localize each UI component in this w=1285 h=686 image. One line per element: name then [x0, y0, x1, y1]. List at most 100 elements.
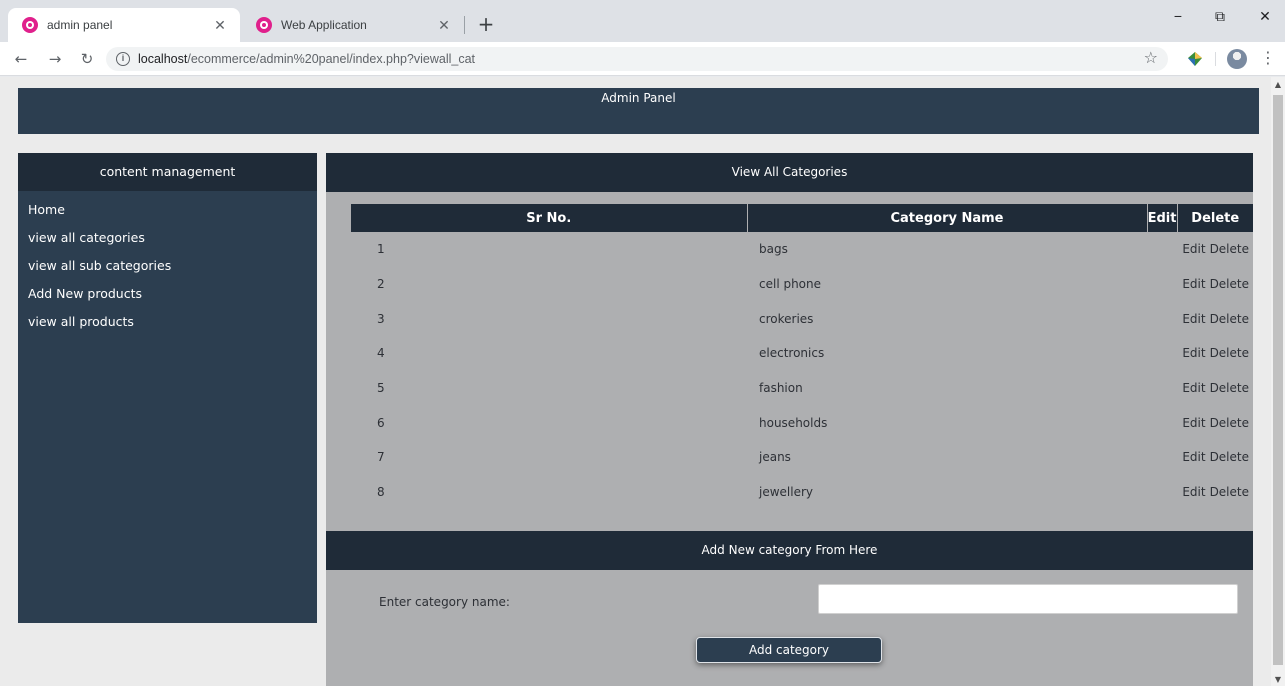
tab-separator: [464, 16, 465, 34]
cell-actions: Edit Delete: [1147, 475, 1253, 510]
column-header-sr-no: Sr No.: [351, 204, 748, 232]
cell-actions: Edit Delete: [1147, 336, 1253, 371]
favicon-icon: [22, 17, 38, 33]
url-text[interactable]: localhost/ecommerce/admin%20panel/index.…: [138, 52, 475, 66]
cell-category-name: crokeries: [759, 311, 814, 326]
scroll-down-icon[interactable]: ▼: [1271, 675, 1285, 684]
cell-sr-no: 6: [377, 415, 385, 430]
page-scrollbar[interactable]: ▲ ▼: [1271, 77, 1285, 686]
minimize-button[interactable]: −: [1163, 8, 1193, 24]
edit-link[interactable]: Edit: [1182, 312, 1205, 326]
cell-category-name: electronics: [759, 346, 825, 361]
table-row: 5 fashion Edit Delete: [351, 371, 1253, 406]
page-viewport: Admin Panel content management Home view…: [0, 77, 1271, 686]
sidebar-item-view-all-products[interactable]: view all products: [28, 315, 317, 343]
cell-actions: Edit Delete: [1147, 405, 1253, 440]
restore-button[interactable]: ⧉: [1205, 8, 1235, 25]
favicon-icon: [256, 17, 272, 33]
delete-link[interactable]: Delete: [1210, 416, 1249, 430]
category-name-input[interactable]: [818, 584, 1238, 614]
new-tab-button[interactable]: +: [474, 12, 498, 36]
page-header: Admin Panel: [18, 88, 1259, 134]
close-tab-icon[interactable]: ✕: [436, 17, 452, 34]
edit-link[interactable]: Edit: [1182, 346, 1205, 360]
edit-link[interactable]: Edit: [1182, 485, 1205, 499]
sidebar-item-add-new-products[interactable]: Add New products: [28, 287, 317, 315]
delete-link[interactable]: Delete: [1210, 312, 1249, 326]
forward-icon[interactable]: →: [44, 48, 66, 70]
edit-link[interactable]: Edit: [1182, 416, 1205, 430]
cell-category-name: fashion: [759, 381, 803, 396]
delete-link[interactable]: Delete: [1210, 485, 1249, 499]
edit-link[interactable]: Edit: [1182, 242, 1205, 256]
table-row: 7 jeans Edit Delete: [351, 440, 1253, 475]
cell-sr-no: 7: [377, 450, 385, 465]
tab-title: admin panel: [47, 18, 113, 32]
toolbar-separator: [1215, 52, 1216, 66]
close-window-button[interactable]: ✕: [1250, 8, 1280, 25]
cell-actions: Edit Delete: [1147, 232, 1253, 267]
scrollbar-thumb[interactable]: [1273, 95, 1283, 665]
cell-category-name: households: [759, 415, 828, 430]
categories-table: Sr No. Category Name Edit Delete 1 bags Ed…: [351, 204, 1253, 510]
sidebar-menu: Home view all categories view all sub ca…: [18, 191, 317, 343]
add-category-button[interactable]: Add category: [696, 637, 882, 663]
sidebar-item-home[interactable]: Home: [28, 203, 317, 231]
column-header-category-name: Category Name: [747, 204, 1148, 232]
tab-admin-panel[interactable]: admin panel ✕: [8, 8, 240, 42]
extension-icon[interactable]: [1186, 50, 1204, 68]
reload-icon[interactable]: ↻: [76, 48, 98, 70]
delete-link[interactable]: Delete: [1210, 381, 1249, 395]
table-row: 2 cell phone Edit Delete: [351, 267, 1253, 302]
add-category-title: Add New category From Here: [326, 531, 1253, 570]
edit-link[interactable]: Edit: [1182, 381, 1205, 395]
menu-icon[interactable]: ⋮: [1260, 50, 1276, 66]
cell-sr-no: 8: [377, 485, 385, 500]
cell-sr-no: 5: [377, 381, 385, 396]
cell-actions: Edit Delete: [1147, 371, 1253, 406]
category-name-label: Enter category name:: [379, 595, 510, 609]
delete-link[interactable]: Delete: [1210, 277, 1249, 291]
browser-tab-strip: admin panel ✕ Web Application ✕ + − ⧉ ✕: [0, 0, 1285, 42]
cell-category-name: jewellery: [759, 485, 813, 500]
cell-sr-no: 1: [377, 242, 385, 257]
column-header-delete: Delete: [1177, 204, 1253, 232]
address-bar[interactable]: i localhost/ecommerce/admin%20panel/inde…: [106, 47, 1168, 71]
delete-link[interactable]: Delete: [1210, 346, 1249, 360]
cell-actions: Edit Delete: [1147, 440, 1253, 475]
bookmark-star-icon[interactable]: ☆: [1144, 48, 1158, 67]
categories-title: View All Categories: [326, 153, 1253, 192]
table-row: 4 electronics Edit Delete: [351, 336, 1253, 371]
cell-sr-no: 4: [377, 346, 385, 361]
column-header-edit: Edit: [1147, 204, 1178, 232]
url-host: localhost: [138, 52, 188, 66]
cell-category-name: cell phone: [759, 277, 822, 292]
cell-category-name: jeans: [759, 450, 791, 465]
table-header-row: Sr No. Category Name Edit Delete: [351, 204, 1253, 232]
sidebar-item-view-all-categories[interactable]: view all categories: [28, 231, 317, 259]
sidebar-item-view-all-sub-categories[interactable]: view all sub categories: [28, 259, 317, 287]
scroll-up-icon[interactable]: ▲: [1271, 80, 1285, 89]
edit-link[interactable]: Edit: [1182, 450, 1205, 464]
delete-link[interactable]: Delete: [1210, 450, 1249, 464]
close-tab-icon[interactable]: ✕: [212, 17, 228, 34]
back-icon[interactable]: ←: [10, 48, 32, 70]
tab-title: Web Application: [281, 18, 367, 32]
main-content: View All Categories Sr No. Category Name…: [326, 153, 1253, 686]
delete-link[interactable]: Delete: [1210, 242, 1249, 256]
table-row: 8 jewellery Edit Delete: [351, 475, 1253, 510]
page-title: Admin Panel: [601, 91, 676, 105]
cell-category-name: bags: [759, 242, 788, 257]
tab-web-application[interactable]: Web Application ✕: [242, 8, 464, 42]
sidebar: content management Home view all categor…: [18, 153, 317, 623]
cell-actions: Edit Delete: [1147, 301, 1253, 336]
table-row: 6 households Edit Delete: [351, 405, 1253, 440]
profile-avatar[interactable]: [1227, 49, 1247, 69]
edit-link[interactable]: Edit: [1182, 277, 1205, 291]
table-row: 1 bags Edit Delete: [351, 232, 1253, 267]
cell-actions: Edit Delete: [1147, 267, 1253, 302]
url-path: /ecommerce/admin%20panel/index.php?viewa…: [187, 52, 476, 66]
table-row: 3 crokeries Edit Delete: [351, 301, 1253, 336]
sidebar-title: content management: [18, 153, 317, 191]
info-icon[interactable]: i: [116, 52, 130, 66]
